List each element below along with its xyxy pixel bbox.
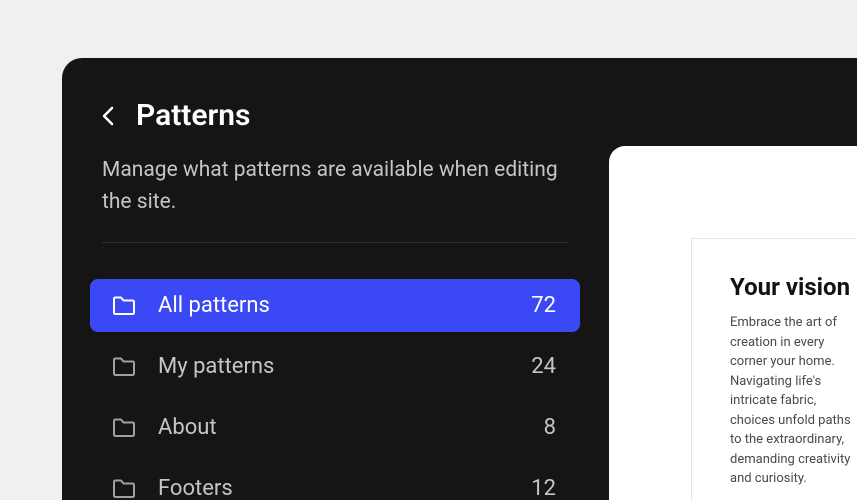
preview-body: Embrace the art of creation in every cor… xyxy=(730,313,857,489)
preview-heading: Your vision xyxy=(730,273,857,301)
sidebar-item-count: 24 xyxy=(531,354,556,379)
sidebar: Patterns Manage what patterns are availa… xyxy=(90,98,580,500)
folder-icon xyxy=(112,479,136,499)
folder-icon xyxy=(112,296,136,316)
preview-section: Your vision Embrace the art of creation … xyxy=(730,273,857,489)
sidebar-item-footers[interactable]: Footers 12 xyxy=(90,462,580,500)
sidebar-item-count: 12 xyxy=(531,476,556,500)
sidebar-item-about[interactable]: About 8 xyxy=(90,401,580,454)
header-row: Patterns xyxy=(90,98,580,133)
preview-content: Your vision Embrace the art of creation … xyxy=(691,238,857,500)
folder-icon xyxy=(112,357,136,377)
sidebar-item-all-patterns[interactable]: All patterns 72 xyxy=(90,279,580,332)
sidebar-item-my-patterns[interactable]: My patterns 24 xyxy=(90,340,580,393)
page-subtitle: Manage what patterns are available when … xyxy=(90,155,580,218)
sidebar-item-count: 8 xyxy=(544,415,556,440)
folder-icon xyxy=(112,418,136,438)
sidebar-item-label: My patterns xyxy=(158,354,531,379)
preview-panel: Your vision Embrace the art of creation … xyxy=(609,146,857,500)
divider xyxy=(102,242,568,243)
sidebar-item-label: Footers xyxy=(158,476,531,500)
folder-list: All patterns 72 My patterns 24 About 8 xyxy=(90,279,580,500)
page-title: Patterns xyxy=(136,98,250,133)
sidebar-item-label: All patterns xyxy=(158,293,531,318)
sidebar-item-count: 72 xyxy=(531,293,556,318)
patterns-panel: Patterns Manage what patterns are availa… xyxy=(62,58,857,500)
chevron-left-icon[interactable] xyxy=(102,106,114,126)
sidebar-item-label: About xyxy=(158,415,544,440)
